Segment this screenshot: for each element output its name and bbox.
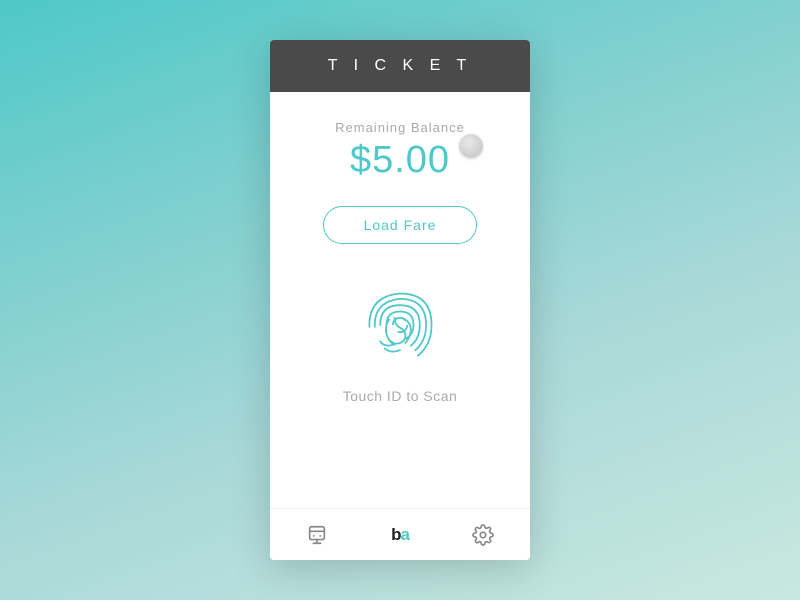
- transit-nav-button[interactable]: [298, 516, 336, 554]
- touch-id-label: Touch ID to Scan: [343, 388, 458, 404]
- load-fare-button[interactable]: Load Fare: [323, 206, 478, 244]
- header-title: T I C K E T: [328, 57, 473, 75]
- fingerprint-icon: [355, 280, 445, 370]
- brand-logo-button[interactable]: ba: [391, 525, 409, 545]
- brand-logo-highlight: a: [400, 525, 408, 544]
- fingerprint-section: Touch ID to Scan: [343, 280, 458, 404]
- coin-icon: [459, 134, 483, 158]
- main-content: Remaining Balance $5.00 Load Fare: [270, 92, 530, 508]
- bottom-nav: ba: [270, 508, 530, 560]
- ticket-header: T I C K E T: [270, 40, 530, 92]
- settings-icon: [472, 524, 494, 546]
- transit-icon: [306, 524, 328, 546]
- balance-section: Remaining Balance $5.00: [335, 120, 465, 182]
- settings-nav-button[interactable]: [464, 516, 502, 554]
- balance-label: Remaining Balance: [335, 120, 465, 135]
- balance-amount: $5.00: [350, 139, 450, 182]
- phone-card: T I C K E T Remaining Balance $5.00 Load…: [270, 40, 530, 560]
- brand-logo-text: ba: [391, 525, 409, 545]
